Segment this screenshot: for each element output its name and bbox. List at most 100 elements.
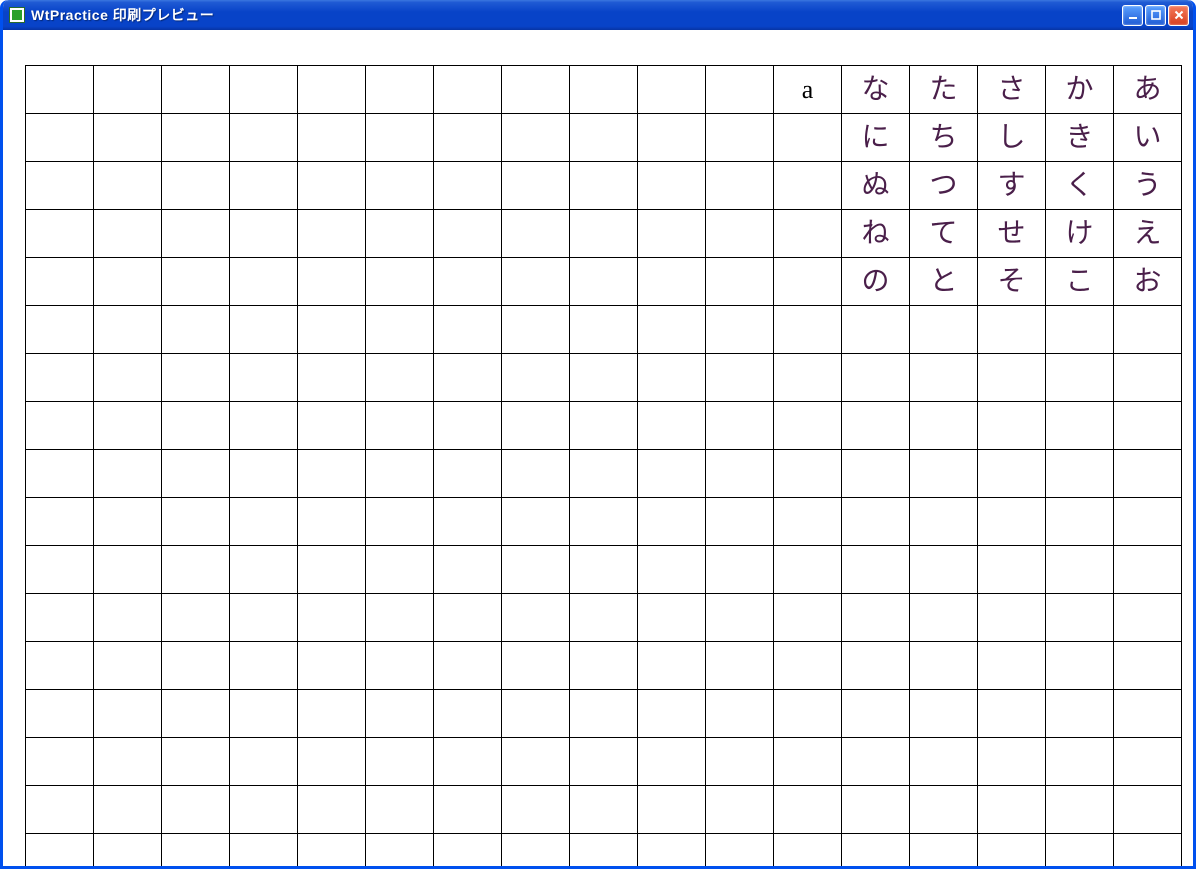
grid-cell [94,402,162,450]
grid-cell [774,690,842,738]
grid-cell [162,306,230,354]
grid-cell [706,594,774,642]
grid-cell [638,738,706,786]
grid-cell [26,450,94,498]
grid-cell [366,594,434,642]
grid-cell [502,306,570,354]
grid-cell [570,738,638,786]
grid-cell [434,114,502,162]
grid-cell [774,546,842,594]
grid-cell [434,594,502,642]
grid-cell [230,738,298,786]
grid-cell [230,402,298,450]
grid-cell [434,738,502,786]
print-preview-content: aなたさかあにちしきいぬつすくうねてせけえのとそこお [3,30,1193,866]
grid-cell [1046,834,1114,867]
grid-cell [842,402,910,450]
grid-cell [230,162,298,210]
grid-cell [502,162,570,210]
grid-cell [94,786,162,834]
grid-cell [94,66,162,114]
grid-cell [1114,498,1182,546]
grid-cell: う [1114,162,1182,210]
grid-cell [1046,450,1114,498]
minimize-button[interactable] [1122,5,1143,26]
titlebar[interactable]: WtPractice 印刷プレビュー [3,0,1193,30]
grid-cell [26,642,94,690]
grid-cell [978,450,1046,498]
grid-cell [94,210,162,258]
grid-cell [978,738,1046,786]
grid-cell [910,546,978,594]
grid-cell [230,258,298,306]
grid-cell [570,642,638,690]
grid-cell [298,450,366,498]
grid-cell [502,594,570,642]
grid-cell: す [978,162,1046,210]
grid-cell [26,114,94,162]
grid-cell: い [1114,114,1182,162]
grid-cell [94,834,162,867]
grid-cell [978,546,1046,594]
grid-cell [978,594,1046,642]
grid-cell: さ [978,66,1046,114]
grid-cell [162,66,230,114]
grid-cell [638,450,706,498]
grid-cell [842,498,910,546]
grid-cell [230,354,298,402]
grid-cell [434,354,502,402]
grid-cell [298,498,366,546]
grid-cell [842,450,910,498]
grid-cell [910,786,978,834]
grid-cell [570,66,638,114]
grid-cell [1114,738,1182,786]
maximize-button[interactable] [1145,5,1166,26]
grid-cell [94,546,162,594]
grid-cell [434,546,502,594]
grid-cell [230,834,298,867]
grid-cell [502,258,570,306]
grid-cell [94,498,162,546]
grid-cell [1046,690,1114,738]
grid-cell: の [842,258,910,306]
grid-cell [978,402,1046,450]
grid-cell [298,114,366,162]
grid-cell [978,642,1046,690]
grid-cell [774,210,842,258]
maximize-icon [1150,9,1162,21]
grid-cell [1114,786,1182,834]
grid-cell: な [842,66,910,114]
grid-cell [1114,690,1182,738]
grid-cell: あ [1114,66,1182,114]
grid-cell [26,498,94,546]
grid-cell [502,738,570,786]
grid-cell [230,306,298,354]
close-button[interactable] [1168,5,1189,26]
grid-cell [774,498,842,546]
grid-cell [366,834,434,867]
grid-cell [638,498,706,546]
grid-cell [162,450,230,498]
grid-cell [1046,546,1114,594]
grid-cell [570,498,638,546]
window-controls [1122,5,1189,26]
grid-cell [26,546,94,594]
grid-cell [978,786,1046,834]
grid-cell [230,546,298,594]
grid-cell [366,738,434,786]
grid-cell [366,402,434,450]
grid-cell [910,690,978,738]
grid-cell [638,834,706,867]
grid-cell [706,354,774,402]
grid-cell [434,786,502,834]
grid-cell [1046,594,1114,642]
grid-cell: つ [910,162,978,210]
grid-cell [162,786,230,834]
grid-cell [706,690,774,738]
grid-cell [230,642,298,690]
grid-cell [1046,738,1114,786]
grid-cell [434,306,502,354]
grid-cell [910,498,978,546]
grid-cell [978,498,1046,546]
grid-cell [570,450,638,498]
